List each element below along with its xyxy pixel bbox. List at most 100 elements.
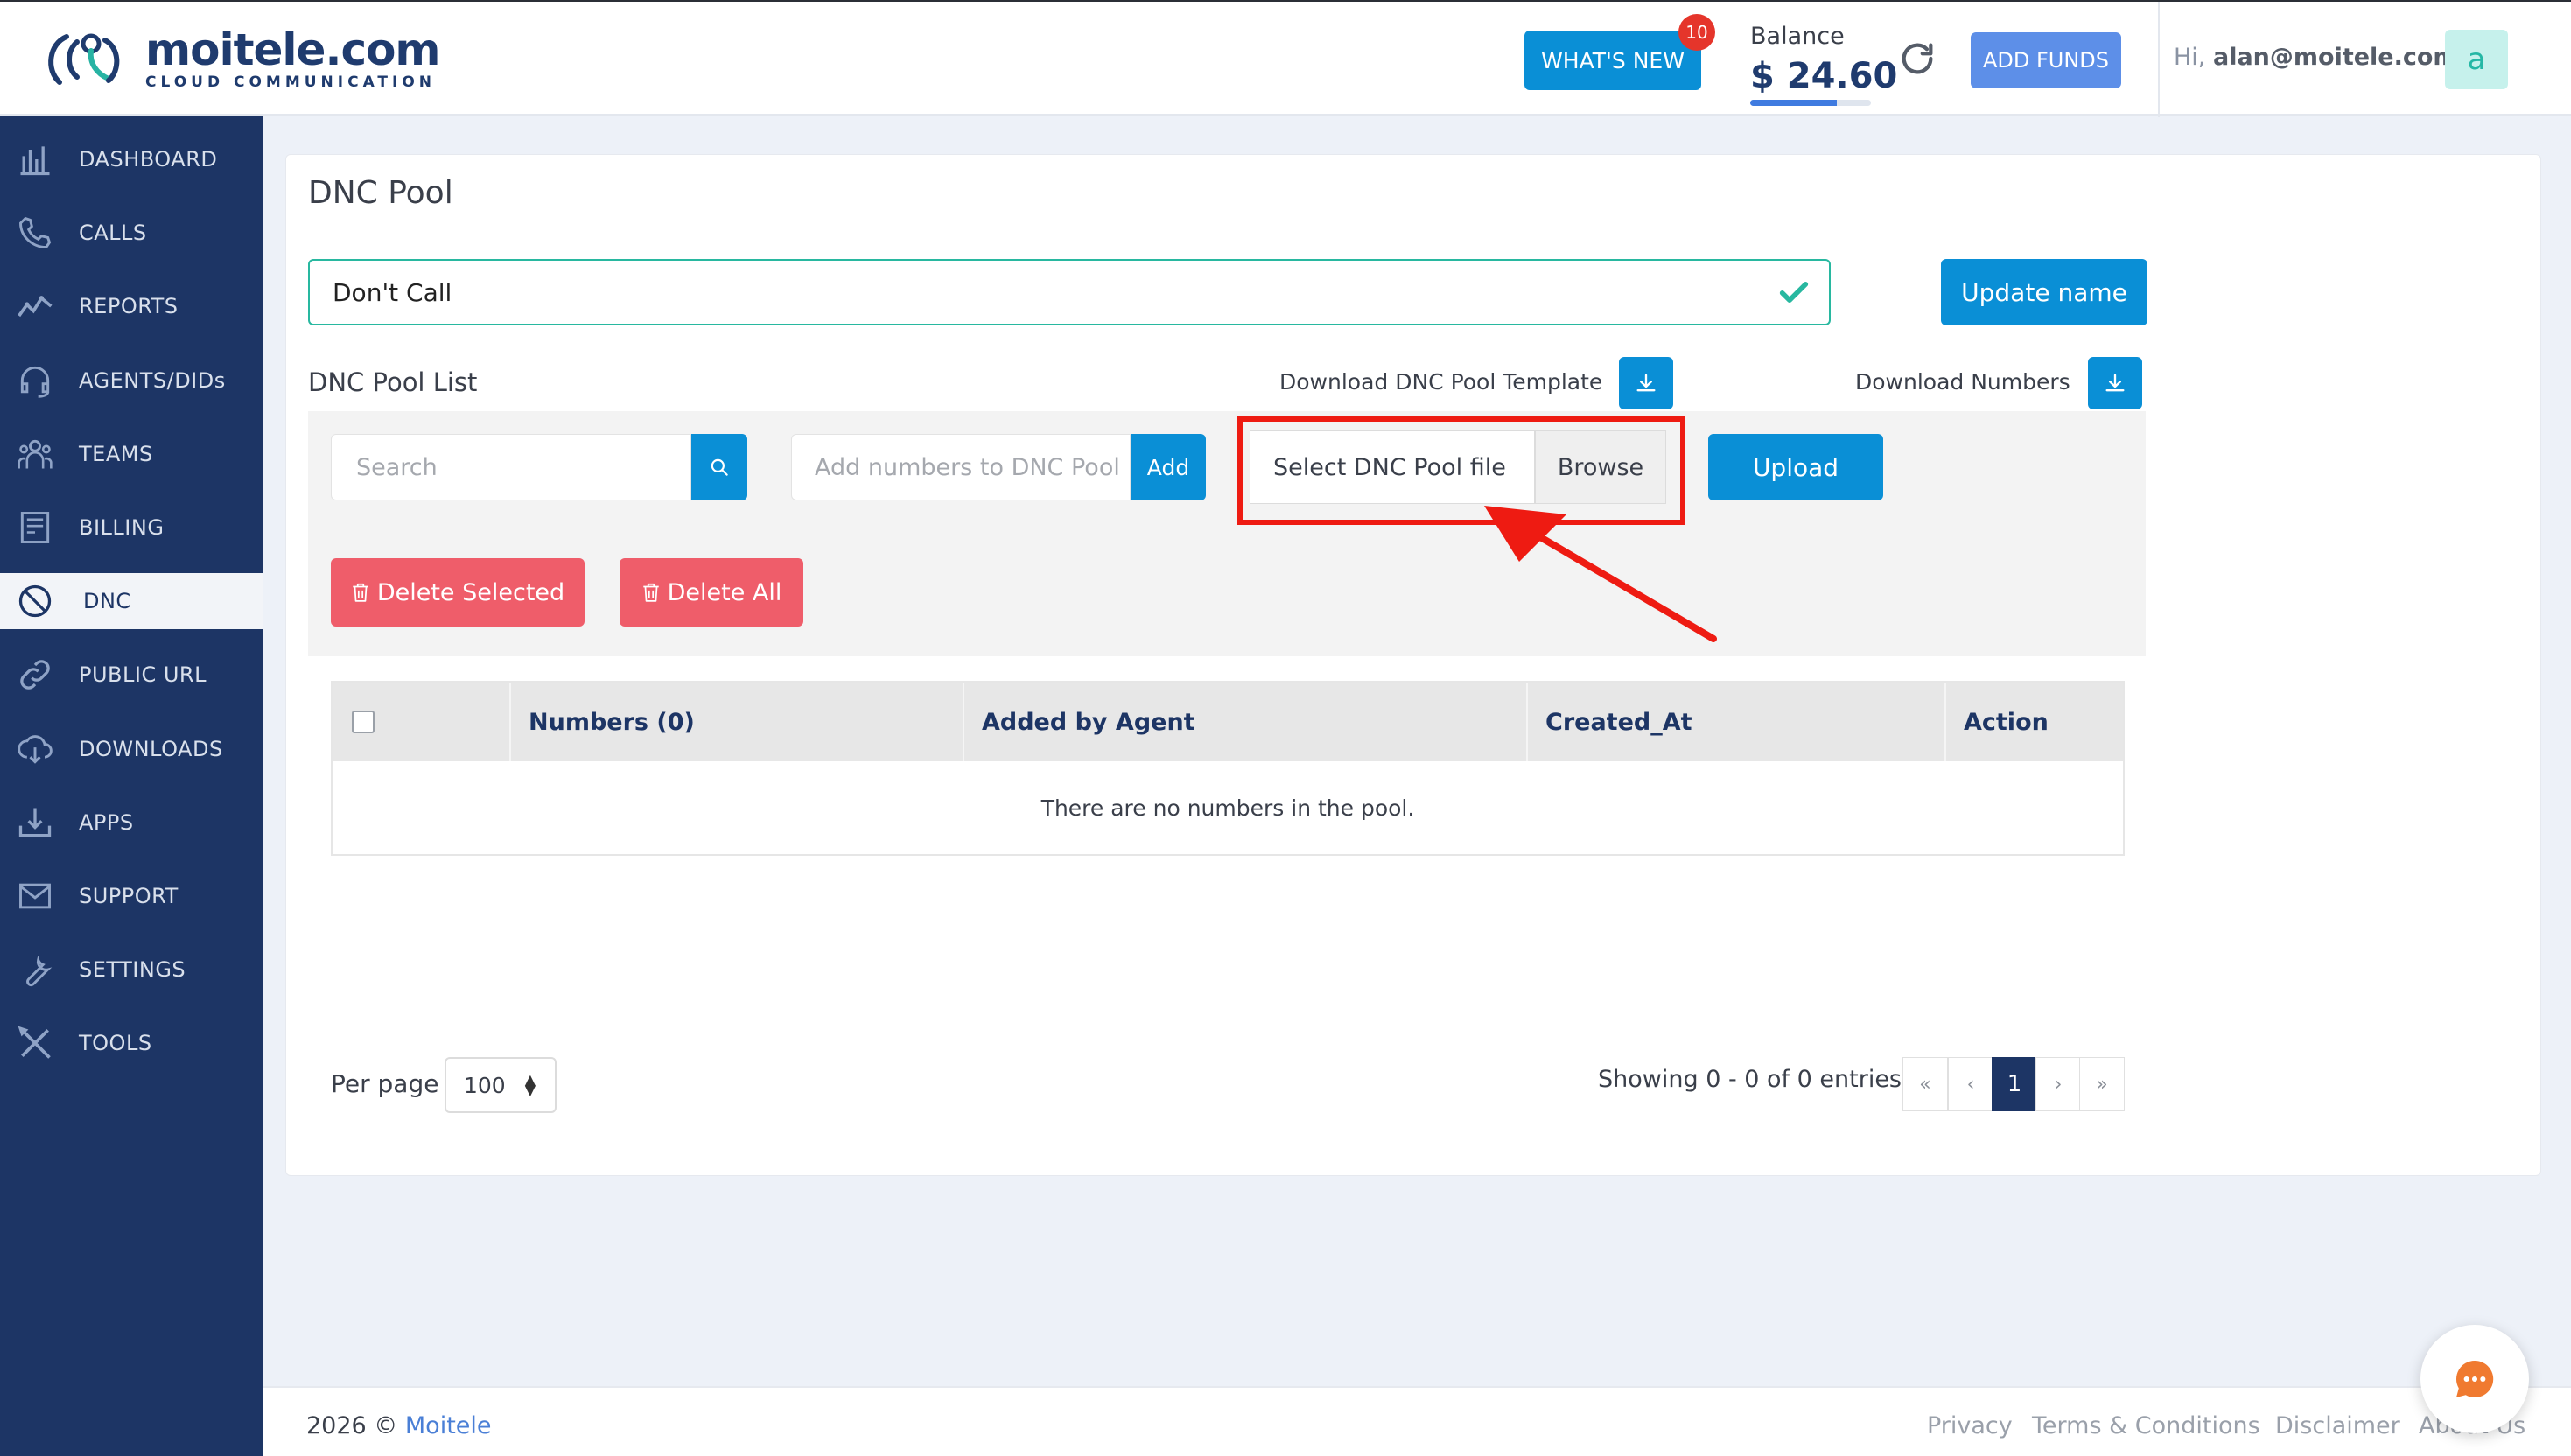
table-header: Numbers (0) Added by Agent Created_At Ac… — [333, 682, 2123, 761]
per-page-label: Per page — [331, 1069, 439, 1098]
search-button[interactable] — [691, 434, 747, 500]
column-header-added-by-agent[interactable]: Added by Agent — [964, 682, 1528, 761]
add-funds-button[interactable]: ADD FUNDS — [1971, 32, 2121, 88]
delete-all-label: Delete All — [667, 578, 782, 606]
block-icon — [18, 585, 52, 618]
refresh-icon[interactable] — [1897, 38, 1937, 79]
add-button[interactable]: Add — [1131, 434, 1206, 500]
sidebar-item-support[interactable]: SUPPORT — [0, 868, 263, 924]
teams-icon — [18, 439, 53, 469]
logo-name: moitele.com — [145, 24, 441, 75]
chat-button[interactable] — [2420, 1325, 2529, 1433]
per-page-value: 100 — [464, 1072, 506, 1098]
pagination-page-1[interactable]: 1 — [1992, 1057, 2037, 1111]
balance-progress-bar — [1750, 100, 1871, 106]
add-numbers-input[interactable]: Add numbers to DNC Pool — [791, 434, 1131, 500]
search-input[interactable]: Search — [331, 434, 691, 500]
footer-brand-link[interactable]: Moitele — [405, 1412, 492, 1439]
trash-icon — [642, 583, 659, 602]
sidebar: DASHBOARD CALLS REPORTS AGENTS/DIDs TEAMS BIL… — [0, 116, 263, 1456]
column-header-created-at[interactable]: Created_At — [1528, 682, 1946, 761]
sidebar-item-reports[interactable]: REPORTS — [0, 278, 263, 334]
logo[interactable]: moitele.com CLOUD COMMUNICATION — [40, 24, 441, 94]
chat-icon — [2455, 1360, 2494, 1397]
header-divider — [2158, 2, 2160, 117]
download-template-label: Download DNC Pool Template — [1279, 369, 1603, 395]
footer-link-disclaimer[interactable]: Disclaimer — [2275, 1412, 2400, 1439]
user-greeting: Hi, alan@moitele.com — [2174, 44, 2458, 71]
sidebar-item-label: TEAMS — [79, 441, 153, 466]
headset-icon — [20, 366, 50, 398]
link-icon — [20, 660, 50, 690]
balance-label: Balance — [1750, 23, 1845, 50]
sidebar-item-label: CALLS — [79, 220, 147, 246]
whats-new-button[interactable]: WHAT'S NEW — [1524, 31, 1701, 90]
sidebar-item-calls[interactable]: CALLS — [0, 205, 263, 261]
sidebar-item-label: APPS — [79, 809, 134, 835]
footer-link-terms[interactable]: Terms & Conditions — [2032, 1412, 2260, 1439]
sidebar-item-teams[interactable]: TEAMS — [0, 426, 263, 482]
wrench-icon — [26, 956, 53, 987]
sidebar-item-label: DOWNLOADS — [79, 736, 223, 761]
sidebar-item-label: BILLING — [79, 515, 165, 540]
pool-name-input[interactable]: Don't Call — [308, 259, 1831, 326]
sidebar-item-downloads[interactable]: DOWNLOADS — [0, 721, 263, 777]
showing-entries-text: Showing 0 - 0 of 0 entries — [1598, 1066, 1902, 1093]
download-icon — [1636, 374, 1656, 392]
update-name-button[interactable]: Update name — [1941, 259, 2147, 326]
logo-tagline: CLOUD COMMUNICATION — [145, 74, 437, 91]
select-all-checkbox[interactable] — [352, 710, 375, 733]
column-header-numbers[interactable]: Numbers (0) — [511, 682, 964, 761]
dnc-table: Numbers (0) Added by Agent Created_At Ac… — [331, 681, 2125, 856]
sidebar-item-label: PUBLIC URL — [79, 662, 207, 688]
sidebar-item-settings[interactable]: SETTINGS — [0, 942, 263, 998]
sidebar-item-tools[interactable]: TOOLS — [0, 1015, 263, 1071]
dnc-pool-list-title: DNC Pool List — [308, 368, 478, 397]
sidebar-item-label: SETTINGS — [79, 957, 186, 983]
sidebar-item-label: TOOLS — [79, 1031, 152, 1056]
user-email: alan@moitele.com — [2212, 44, 2458, 71]
sidebar-item-dashboard[interactable]: DASHBOARD — [0, 131, 263, 187]
delete-all-button[interactable]: Delete All — [620, 558, 803, 626]
empty-table-message: There are no numbers in the pool. — [1040, 794, 1415, 821]
chart-icon — [18, 296, 53, 318]
notification-badge: 10 — [1678, 14, 1715, 51]
delete-selected-label: Delete Selected — [376, 578, 565, 606]
download-icon — [2105, 374, 2125, 392]
per-page-select[interactable]: 100 ▲ ▼ — [445, 1057, 557, 1113]
pagination-prev[interactable]: ‹ — [1948, 1057, 1993, 1111]
dashboard-icon — [20, 146, 50, 176]
select-all-cell — [333, 682, 511, 761]
logo-icon — [48, 33, 120, 85]
top-header: moitele.com CLOUD COMMUNICATION WHAT'S N… — [0, 0, 2571, 117]
download-template-button[interactable] — [1619, 357, 1673, 410]
balance-value: $ 24.60 — [1750, 56, 1898, 96]
delete-selected-button[interactable]: Delete Selected — [331, 558, 585, 626]
pagination-next[interactable]: › — [2035, 1057, 2081, 1111]
trash-icon — [353, 583, 368, 602]
pagination-first[interactable]: « — [1902, 1057, 1948, 1111]
sidebar-item-apps[interactable]: APPS — [0, 794, 263, 850]
download-box-icon — [18, 808, 52, 837]
footer-year: 2026 © — [306, 1412, 398, 1439]
cloud-download-icon — [18, 734, 53, 764]
page-title: DNC Pool — [308, 175, 453, 211]
check-icon — [1779, 282, 1809, 303]
search-icon — [711, 458, 728, 476]
footer-link-privacy[interactable]: Privacy — [1927, 1412, 2013, 1439]
sidebar-item-label: DASHBOARD — [79, 147, 218, 172]
sidebar-item-label: SUPPORT — [79, 884, 179, 908]
sidebar-item-dnc[interactable]: DNC — [0, 573, 263, 630]
sidebar-item-billing[interactable]: BILLING — [0, 500, 263, 556]
sidebar-item-public-url[interactable]: PUBLIC URL — [0, 647, 263, 703]
sidebar-item-label: AGENTS/DIDs — [79, 368, 226, 393]
sidebar-item-label: DNC — [83, 589, 131, 614]
sidebar-item-agents-dids[interactable]: AGENTS/DIDs — [0, 353, 263, 409]
pagination-last[interactable]: » — [2079, 1057, 2125, 1111]
download-numbers-button[interactable] — [2088, 357, 2142, 410]
avatar[interactable]: a — [2445, 30, 2508, 89]
sidebar-item-label: REPORTS — [79, 294, 179, 319]
greeting-prefix: Hi, — [2174, 44, 2206, 71]
annotation-arrow — [1484, 506, 1717, 642]
upload-button[interactable]: Upload — [1708, 434, 1883, 500]
